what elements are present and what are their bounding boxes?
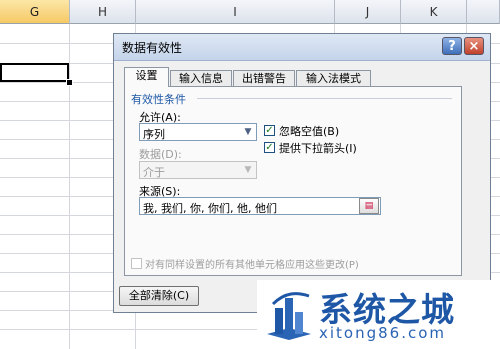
column-header-h[interactable]: H <box>70 0 136 24</box>
tab-settings[interactable]: 设置 <box>124 67 169 87</box>
ignore-blank-label: 忽略空值(B) <box>279 125 340 138</box>
clear-all-button[interactable]: 全部清除(C) <box>119 286 199 306</box>
chevron-down-icon: ▼ <box>244 165 252 175</box>
ignore-blank-checkbox[interactable]: ✓ <box>264 125 275 136</box>
source-value: 我, 我们, 你, 你们, 他, 他们 <box>143 202 277 215</box>
column-header-i[interactable]: I <box>136 0 335 24</box>
apply-all-checkbox <box>131 258 142 269</box>
column-header-next[interactable] <box>467 0 500 24</box>
tab-error-alert[interactable]: 出错警告 <box>233 70 295 87</box>
watermark-url: xitong86.com <box>319 324 447 342</box>
dialog-title: 数据有效性 <box>122 41 183 55</box>
tab-ime-mode[interactable]: 输入法模式 <box>296 70 371 87</box>
column-header-g[interactable]: G <box>0 0 70 24</box>
validation-criteria-heading: 有效性条件 <box>131 93 186 106</box>
city-logo-icon <box>267 292 311 340</box>
help-icon[interactable]: ? <box>442 37 462 55</box>
settings-panel: 有效性条件 允许(A): 序列 ▼ ✓ 忽略空值(B) ✓ 提供下拉箭头(I) … <box>124 86 462 276</box>
range-select-icon[interactable]: ▤ <box>359 198 379 214</box>
active-cell[interactable] <box>0 63 69 82</box>
group-divider <box>197 98 452 99</box>
allow-value: 序列 <box>143 128 165 141</box>
chevron-down-icon[interactable]: ▼ <box>240 124 256 140</box>
data-value: 介于 <box>143 166 165 179</box>
data-select: 介于 ▼ <box>139 161 257 179</box>
allow-select[interactable]: 序列 ▼ <box>139 123 257 141</box>
in-cell-dropdown-label: 提供下拉箭头(I) <box>279 142 357 155</box>
fill-handle[interactable] <box>66 79 73 86</box>
source-input[interactable]: 我, 我们, 你, 你们, 他, 他们 ▤ <box>139 197 381 215</box>
data-validation-dialog: 数据有效性 ? × 设置 输入信息 出错警告 输入法模式 有效性条件 允许(A)… <box>113 33 491 313</box>
column-header-j[interactable]: J <box>335 0 401 24</box>
column-header-k[interactable]: K <box>401 0 467 24</box>
apply-all-label: 对有同样设置的所有其他单元格应用这些更改(P) <box>145 260 359 271</box>
grid-line <box>69 24 70 349</box>
data-label: 数据(D): <box>139 148 182 161</box>
in-cell-dropdown-checkbox[interactable]: ✓ <box>264 142 275 153</box>
dialog-titlebar[interactable]: 数据有效性 ? × <box>114 34 490 61</box>
watermark: 系统之城 xitong86.com <box>257 280 500 349</box>
close-icon[interactable]: × <box>464 37 484 55</box>
tab-input-message[interactable]: 输入信息 <box>170 70 232 87</box>
